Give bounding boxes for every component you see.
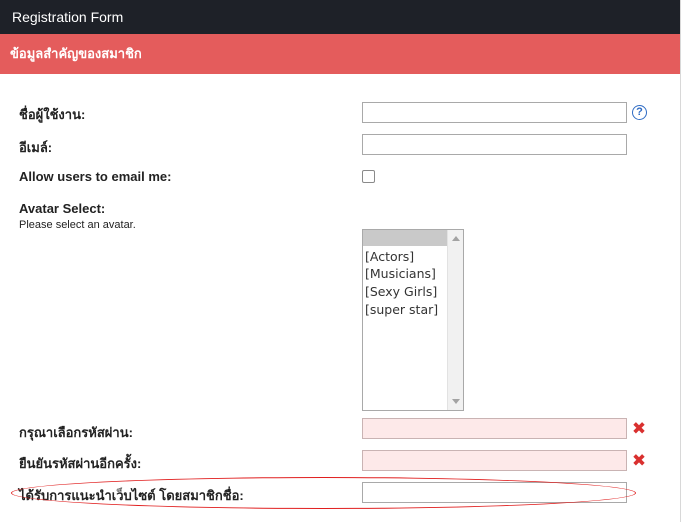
password-confirm-input[interactable] <box>362 450 627 471</box>
username-label: ชื่อผู้ใช้งาน: <box>19 107 86 122</box>
avatar-option[interactable]: [super star] <box>365 302 438 317</box>
red-x-icon: ✖ <box>631 419 647 438</box>
avatar-option[interactable]: [Sexy Girls] <box>365 284 437 299</box>
avatar-select-label: Avatar Select: <box>19 201 106 216</box>
section-header: ข้อมูลสำคัญของสมาชิก <box>0 34 680 74</box>
scroll-down-arrow-icon[interactable] <box>452 399 460 404</box>
page-edge <box>680 0 688 522</box>
referrer-input[interactable] <box>362 482 627 503</box>
password-label: กรุณาเลือกรหัสผ่าน: <box>19 425 133 440</box>
avatar-selected-row[interactable] <box>363 230 449 246</box>
avatar-listbox[interactable]: [Actors] [Musicians] [Sexy Girls] [super… <box>362 229 464 411</box>
form-title: Registration Form <box>12 9 124 25</box>
avatar-option[interactable]: [Actors] <box>365 249 414 264</box>
avatar-select-hint: Please select an avatar. <box>19 219 136 231</box>
question-circle-icon[interactable]: ? <box>632 105 647 120</box>
referrer-label: ได้รับการแนะนำเว็บไซต์ โดยสมาชิกชื่อ: <box>19 488 244 503</box>
avatar-option[interactable]: [Musicians] <box>365 266 436 281</box>
email-input[interactable] <box>362 134 627 155</box>
allow-email-checkbox[interactable] <box>362 170 375 183</box>
form-title-bar: Registration Form <box>0 0 680 34</box>
scroll-up-arrow-icon[interactable] <box>452 236 460 241</box>
red-x-icon: ✖ <box>631 451 647 470</box>
username-input[interactable] <box>362 102 627 123</box>
allow-email-label: Allow users to email me: <box>19 169 172 184</box>
password-confirm-label: ยืนยันรหัสผ่านอีกครั้ง: <box>19 456 142 471</box>
section-title: ข้อมูลสำคัญของสมาชิก <box>10 46 142 61</box>
avatar-listbox-scrollbar[interactable] <box>447 230 463 410</box>
password-input[interactable] <box>362 418 627 439</box>
email-label: อีเมล์: <box>19 140 53 155</box>
